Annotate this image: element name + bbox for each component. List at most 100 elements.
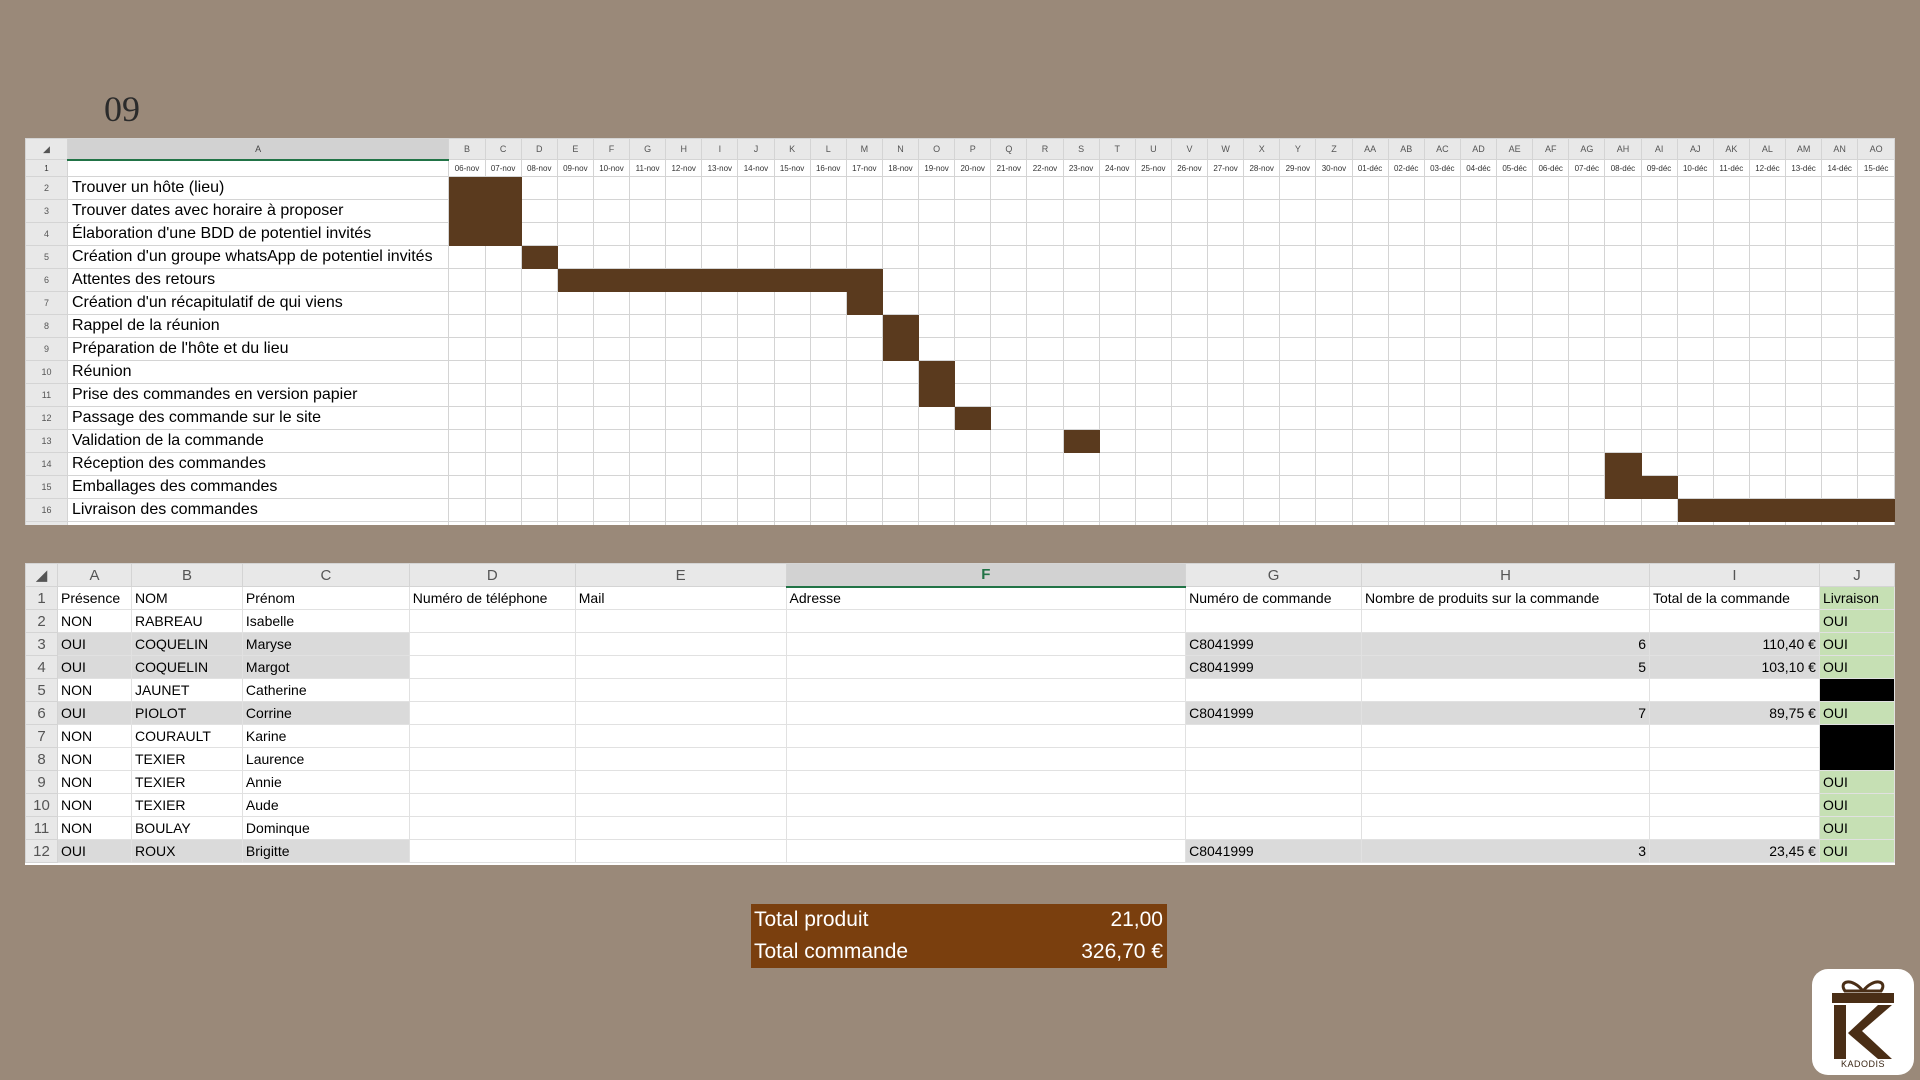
row-number[interactable]: 15 — [25, 475, 68, 499]
date-cell[interactable]: 13-nov — [701, 159, 739, 177]
gantt-cell[interactable] — [1387, 475, 1425, 499]
date-cell[interactable]: 22-nov — [1026, 159, 1064, 177]
gantt-cell[interactable] — [629, 383, 667, 407]
gantt-cell[interactable] — [845, 245, 883, 269]
gantt-cell[interactable] — [1098, 383, 1136, 407]
gantt-cell[interactable] — [1170, 222, 1209, 246]
gantt-cell[interactable] — [737, 429, 775, 453]
gantt-cell[interactable] — [1857, 314, 1895, 338]
gantt-cell[interactable] — [629, 314, 667, 338]
gantt-cell[interactable] — [1243, 521, 1281, 525]
gantt-cell[interactable] — [1459, 268, 1498, 292]
gantt-cell[interactable] — [1532, 176, 1570, 200]
gantt-cell[interactable] — [1640, 291, 1678, 315]
gantt-cell[interactable] — [1315, 406, 1353, 430]
gantt-cell[interactable] — [1134, 360, 1172, 384]
gantt-cell[interactable] — [1748, 521, 1787, 525]
mail-cell[interactable] — [575, 839, 787, 863]
gantt-cell[interactable] — [1748, 475, 1787, 499]
gantt-cell[interactable] — [1748, 222, 1787, 246]
gantt-cell[interactable] — [1387, 383, 1425, 407]
gantt-cell[interactable] — [520, 383, 558, 407]
gantt-cell[interactable] — [1532, 245, 1570, 269]
gantt-cell[interactable] — [1640, 360, 1678, 384]
gantt-cell[interactable] — [1423, 406, 1461, 430]
gantt-cell[interactable] — [1821, 314, 1859, 338]
gantt-cell[interactable] — [1784, 176, 1823, 200]
gantt-cell[interactable] — [1676, 245, 1714, 269]
gantt-cell[interactable] — [1315, 199, 1353, 223]
gantt-cell[interactable] — [665, 429, 703, 453]
gantt-cell[interactable] — [1062, 383, 1100, 407]
total-commande-cell[interactable] — [1649, 816, 1820, 840]
gantt-cell[interactable] — [1821, 383, 1859, 407]
gantt-cell[interactable] — [448, 291, 486, 315]
gantt-cell[interactable] — [629, 291, 667, 315]
gantt-cell[interactable] — [665, 314, 703, 338]
numero-commande-header[interactable]: Numéro de commande — [1185, 586, 1363, 610]
nom-cell[interactable]: PIOLOT — [131, 701, 243, 725]
gantt-cell[interactable] — [1134, 406, 1172, 430]
gantt-bar-cell[interactable] — [881, 337, 920, 361]
gantt-cell[interactable] — [1351, 245, 1389, 269]
gantt-cell[interactable] — [1243, 222, 1281, 246]
gantt-cell[interactable] — [1459, 475, 1498, 499]
gantt-cell[interactable] — [990, 291, 1028, 315]
gantt-cell[interactable] — [1387, 498, 1425, 522]
gantt-cell[interactable] — [1098, 291, 1136, 315]
gantt-cell[interactable] — [1351, 498, 1389, 522]
presence-cell[interactable]: NON — [57, 816, 132, 840]
gantt-cell[interactable] — [1062, 176, 1100, 200]
gantt-cell[interactable] — [701, 176, 739, 200]
gantt-cell[interactable] — [954, 222, 992, 246]
gantt-cell[interactable] — [1532, 406, 1570, 430]
column-header[interactable]: AJ — [1676, 138, 1714, 160]
select-all-corner[interactable]: ◢ — [25, 563, 58, 587]
select-all-corner[interactable]: ◢ — [25, 138, 68, 160]
gantt-cell[interactable] — [881, 291, 920, 315]
gantt-cell[interactable] — [1207, 452, 1245, 476]
gantt-cell[interactable] — [1207, 406, 1245, 430]
gantt-cell[interactable] — [918, 222, 956, 246]
numero-commande-cell[interactable] — [1185, 770, 1363, 794]
task-name[interactable]: Trouver dates avec horaire à proposer — [66, 199, 450, 223]
gantt-cell[interactable] — [556, 452, 594, 476]
gantt-cell[interactable] — [1423, 475, 1461, 499]
adresse-cell[interactable] — [786, 793, 1187, 817]
gantt-cell[interactable] — [1640, 521, 1678, 525]
nom-cell[interactable]: TEXIER — [131, 770, 243, 794]
gantt-bar-cell[interactable] — [448, 222, 486, 246]
column-header[interactable]: Z — [1315, 138, 1353, 160]
gantt-cell[interactable] — [1279, 337, 1317, 361]
date-cell[interactable]: 29-nov — [1279, 159, 1317, 177]
gantt-cell[interactable] — [1207, 199, 1245, 223]
gantt-cell[interactable] — [665, 521, 703, 525]
gantt-cell[interactable] — [1098, 429, 1136, 453]
telephone-cell[interactable] — [409, 793, 576, 817]
gantt-cell[interactable] — [592, 314, 631, 338]
gantt-cell[interactable] — [881, 498, 920, 522]
gantt-cell[interactable] — [520, 452, 558, 476]
date-cell[interactable]: 24-nov — [1098, 159, 1136, 177]
gantt-cell[interactable] — [1857, 452, 1895, 476]
row-number[interactable]: 5 — [25, 245, 68, 269]
gantt-cell[interactable] — [1676, 452, 1714, 476]
nombre-produits-cell[interactable]: 3 — [1361, 839, 1650, 863]
gantt-cell[interactable] — [1784, 452, 1823, 476]
gantt-cell[interactable] — [1496, 406, 1534, 430]
gantt-cell[interactable] — [1098, 498, 1136, 522]
row-number[interactable]: 12 — [25, 406, 68, 430]
gantt-cell[interactable] — [1026, 199, 1064, 223]
gantt-cell[interactable] — [1098, 475, 1136, 499]
mail-cell[interactable] — [575, 609, 787, 633]
gantt-cell[interactable] — [484, 360, 522, 384]
gantt-cell[interactable] — [1568, 521, 1606, 525]
gantt-cell[interactable] — [1459, 199, 1498, 223]
gantt-cell[interactable] — [1026, 314, 1064, 338]
gantt-cell[interactable] — [556, 360, 594, 384]
gantt-cell[interactable] — [1496, 452, 1534, 476]
gantt-cell[interactable] — [1026, 498, 1064, 522]
gantt-cell[interactable] — [954, 291, 992, 315]
gantt-cell[interactable] — [1207, 245, 1245, 269]
gantt-cell[interactable] — [1207, 291, 1245, 315]
